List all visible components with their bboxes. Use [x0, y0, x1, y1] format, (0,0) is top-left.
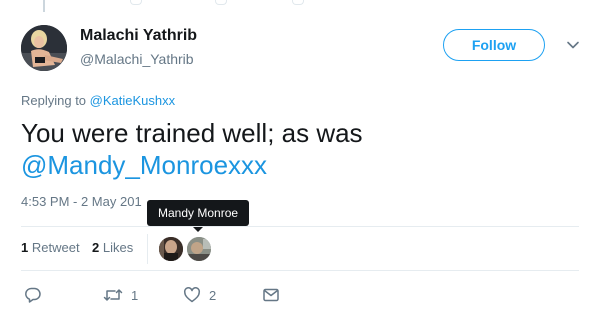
previous-tweet-actions-remnant — [120, 0, 420, 6]
chevron-down-icon[interactable] — [566, 38, 580, 52]
stats-top-divider — [21, 226, 579, 227]
liker-avatar[interactable] — [159, 237, 183, 261]
liker-tooltip: Mandy Monroe — [147, 200, 250, 226]
like-count: 2 — [209, 287, 217, 303]
retweet-icon — [103, 286, 123, 304]
retweet-count: 1 — [131, 287, 139, 303]
likes-stat[interactable]: 2 Likes — [92, 240, 133, 255]
reply-icon — [24, 286, 42, 304]
tweet-mention-link[interactable]: @Mandy_Monroexxx — [21, 149, 581, 181]
thread-connector-line — [43, 0, 45, 12]
author-display-name[interactable]: Malachi Yathrib — [80, 27, 197, 45]
actions-top-divider — [21, 270, 579, 271]
retweets-stat[interactable]: 1 Retweet — [21, 240, 80, 255]
follow-button[interactable]: Follow — [443, 29, 545, 61]
heart-icon — [183, 286, 201, 304]
retweets-count: 1 — [21, 240, 29, 255]
replying-prefix: Replying to — [21, 93, 90, 108]
replying-to-line: Replying to @KatieKushxx — [21, 93, 175, 108]
reply-button[interactable] — [24, 285, 42, 305]
author-handle[interactable]: @Malachi_Yathrib — [80, 51, 194, 67]
liker-avatar[interactable] — [187, 237, 211, 261]
tweet-body: You were trained well; as was — [21, 118, 363, 148]
author-avatar[interactable] — [21, 25, 67, 71]
direct-message-button[interactable] — [262, 285, 280, 305]
envelope-icon — [262, 286, 280, 304]
like-button[interactable]: 2 — [183, 285, 216, 305]
likes-label: Likes — [102, 240, 134, 255]
replying-to-handle-link[interactable]: @KatieKushxx — [90, 93, 175, 108]
stats-separator — [147, 234, 148, 264]
retweet-button[interactable]: 1 — [103, 285, 138, 305]
retweets-label: Retweet — [31, 240, 80, 255]
tweet-text: You were trained well; as was @Mandy_Mon… — [21, 117, 581, 181]
likes-count: 2 — [92, 240, 100, 255]
tweet-timestamp[interactable]: 4:53 PM - 2 May 201 — [21, 194, 142, 209]
